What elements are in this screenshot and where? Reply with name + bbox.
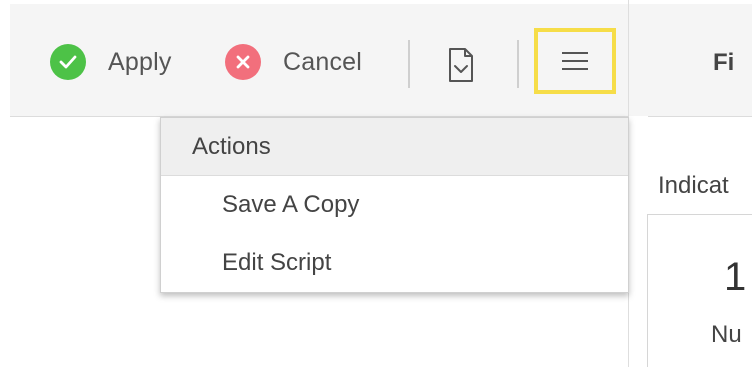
save-copy-menu-item[interactable]: Save A Copy <box>161 176 628 234</box>
hamburger-menu-button[interactable] <box>534 28 616 94</box>
cancel-button[interactable]: Cancel <box>225 44 362 80</box>
edit-script-menu-item[interactable]: Edit Script <box>161 234 628 292</box>
toolbar: Apply Cancel <box>10 4 628 117</box>
indicator-label: Indicat <box>658 172 729 199</box>
document-check-icon <box>449 48 473 82</box>
document-check-button[interactable] <box>443 46 479 84</box>
toolbar-separator <box>408 40 410 88</box>
toolbar-separator <box>517 40 519 88</box>
indicator-card[interactable]: 1 Nu <box>647 214 752 367</box>
actions-dropdown-menu: Actions Save A Copy Edit Script <box>160 117 629 293</box>
indicator-card-label: Nu <box>711 321 742 348</box>
cancel-label: Cancel <box>283 47 363 76</box>
right-panel-title: Fi <box>713 49 735 76</box>
checkmark-icon <box>50 44 86 80</box>
menu-header: Actions <box>161 118 628 176</box>
hamburger-icon <box>562 52 588 70</box>
apply-label: Apply <box>108 47 172 76</box>
indicator-value: 1 <box>724 255 747 299</box>
close-icon <box>225 44 261 80</box>
apply-button[interactable]: Apply <box>50 44 172 80</box>
right-panel-header: Fi <box>629 4 752 116</box>
divider <box>648 116 752 117</box>
